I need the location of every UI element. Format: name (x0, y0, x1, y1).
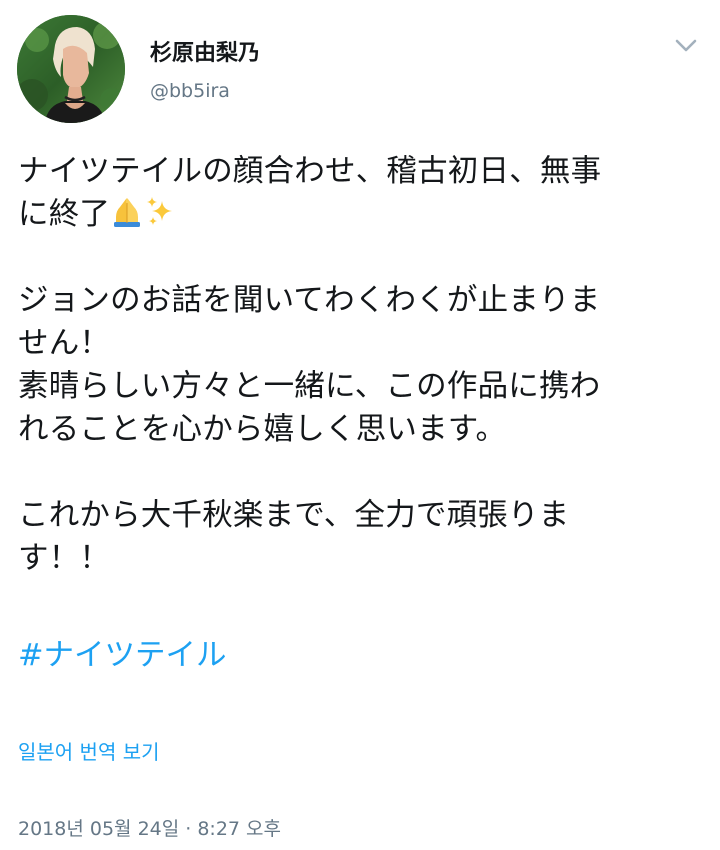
translate-tweet-link[interactable]: 일본어 번역 보기 (18, 739, 160, 765)
tweet-line: ジョンのお話を聞いてわくわくが止まりま (18, 283, 601, 318)
tweet-line: ナイツテイルの顔合わせ、稽古初日、無事 (18, 154, 602, 189)
tweet-line: れることを心から嬉しく思います。 (18, 412, 507, 447)
tweet-line: に終了 (18, 193, 708, 236)
chevron-down-icon[interactable] (672, 34, 700, 58)
tweet-line: これから大千秋楽まで、全力で頑張りま (18, 498, 570, 533)
tweet-line-text: に終了 (18, 197, 111, 232)
sparkles-emoji (144, 195, 178, 241)
tweet-line: せん！ (18, 326, 111, 361)
tweet-text: ナイツテイルの顔合わせ、稽古初日、無事 に終了 ジョンのお話を聞いてわくわくが止… (18, 150, 708, 580)
author-handle[interactable]: @bb5ira (150, 79, 230, 103)
folded-hands-emoji (110, 195, 144, 241)
tweet-line: 素晴らしい方々と一緒に、この作品に携わ (18, 369, 601, 404)
tweet-line: す！！ (18, 541, 111, 576)
author-display-name[interactable]: 杉原由梨乃 (150, 40, 260, 68)
profile-photo (17, 15, 125, 123)
avatar[interactable] (17, 15, 125, 123)
tweet-timestamp: 2018년 05월 24일 · 8:27 오후 (18, 818, 282, 840)
tweet-header: 杉原由梨乃 @bb5ira (0, 0, 720, 140)
hashtag-link[interactable]: #ナイツテイル (18, 634, 227, 677)
